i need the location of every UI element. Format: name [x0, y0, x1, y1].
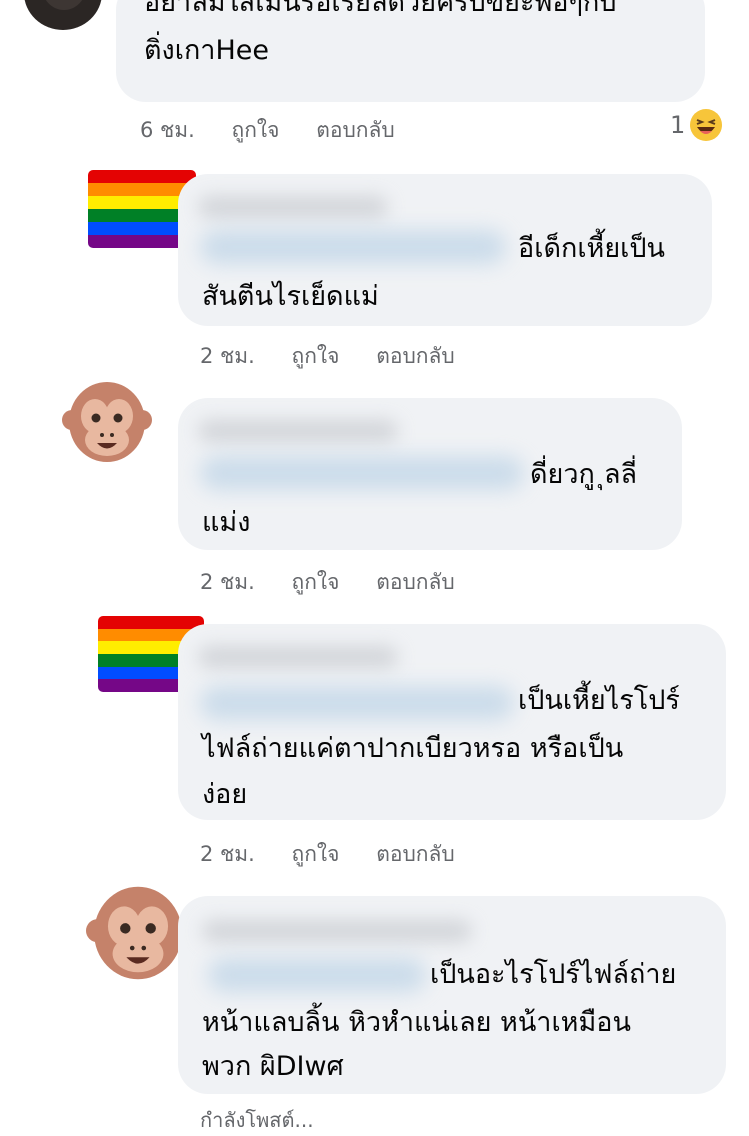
comment-text-line: ไฟล์ถ่ายแค่ตาปากเบียวหรอ หรือเป็น [202, 733, 624, 764]
reply-button[interactable]: ตอบกลับ [376, 838, 455, 871]
commenter-avatar[interactable] [24, 0, 102, 30]
laughing-emoji-icon [690, 109, 723, 141]
comment-actions: 6 ชม. ถูกใจ ตอบกลับ [140, 114, 425, 147]
comment-text-line: หน้าแลบลิ้น หิวหำแน่เลย หน้าเหมือน [202, 1007, 631, 1038]
posting-status: กำลังโพสต์... [200, 1108, 314, 1132]
comment-timestamp[interactable]: 2 ชม. [200, 340, 255, 373]
comment-bubble: เป็นอะไรโปร์ไฟล์ถ่าย หน้าแลบลิ้น หิวหำแน… [178, 896, 726, 1094]
comment-text-line: ง่อย [202, 779, 248, 810]
blurred-mention [200, 230, 506, 264]
reply-button[interactable]: ตอบกลับ [316, 114, 395, 147]
comment-text-line: ติ่งเกาHee [144, 35, 269, 66]
like-button[interactable]: ถูกใจ [232, 114, 280, 147]
reaction-summary[interactable]: 1 [670, 108, 723, 142]
comment-text-line: แม่ง [202, 507, 251, 538]
like-button[interactable]: ถูกใจ [292, 566, 340, 599]
comment-actions: 2 ชม. ถูกใจ ตอบกลับ [200, 566, 485, 599]
comment-timestamp[interactable]: 6 ชม. [140, 114, 195, 147]
comment-text-line: พวก ผิDIwศ [202, 1051, 344, 1082]
blurred-mention [208, 958, 426, 992]
comment-text-line: เป็นอะไรโปร์ไฟล์ถ่าย [430, 959, 677, 990]
comment-timestamp[interactable]: 2 ชม. [200, 566, 255, 599]
blurred-mention [200, 456, 524, 490]
comment-actions: 2 ชม. ถูกใจ ตอบกลับ [200, 340, 485, 373]
comment-bubble: อย่าลืมใส่เมนรอเรียลด้วยครับขยะพอๆกับ ติ… [116, 0, 705, 102]
blurred-author-name [198, 196, 388, 218]
comment-timestamp[interactable]: 2 ชม. [200, 838, 255, 871]
blurred-mention [200, 686, 514, 720]
reply-button[interactable]: ตอบกลับ [376, 340, 455, 373]
comment-text-line: ดี่ยวกู ุลลี่ [530, 459, 638, 490]
blurred-author-name [202, 920, 472, 942]
reaction-count: 1 [670, 111, 686, 139]
comment-text-line: อีเด็กเหี้ยเป็น [518, 233, 665, 264]
comment-text-line: เป็นเหี้ยไรโปร์ [518, 685, 680, 716]
monkey-face-avatar[interactable] [86, 884, 190, 982]
comment-text-line: อย่าลืมใส่เมนรอเรียลด้วยครับขยะพอๆกับ [144, 0, 617, 18]
blurred-author-name [198, 646, 398, 668]
comment-actions: 2 ชม. ถูกใจ ตอบกลับ [200, 838, 485, 871]
like-button[interactable]: ถูกใจ [292, 838, 340, 871]
like-button[interactable]: ถูกใจ [292, 340, 340, 373]
comment-bubble: อีเด็กเหี้ยเป็น สันตีนไรเย็ดแม่ [178, 174, 712, 326]
monkey-face-avatar[interactable] [62, 380, 152, 464]
comment-text-line: สันตีนไรเย็ดแม่ [202, 281, 379, 312]
reply-button[interactable]: ตอบกลับ [376, 566, 455, 599]
comment-bubble: เป็นเหี้ยไรโปร์ ไฟล์ถ่ายแค่ตาปากเบียวหรอ… [178, 624, 726, 820]
comment-bubble: ดี่ยวกู ุลลี่ แม่ง [178, 398, 682, 550]
blurred-author-name [198, 420, 398, 442]
